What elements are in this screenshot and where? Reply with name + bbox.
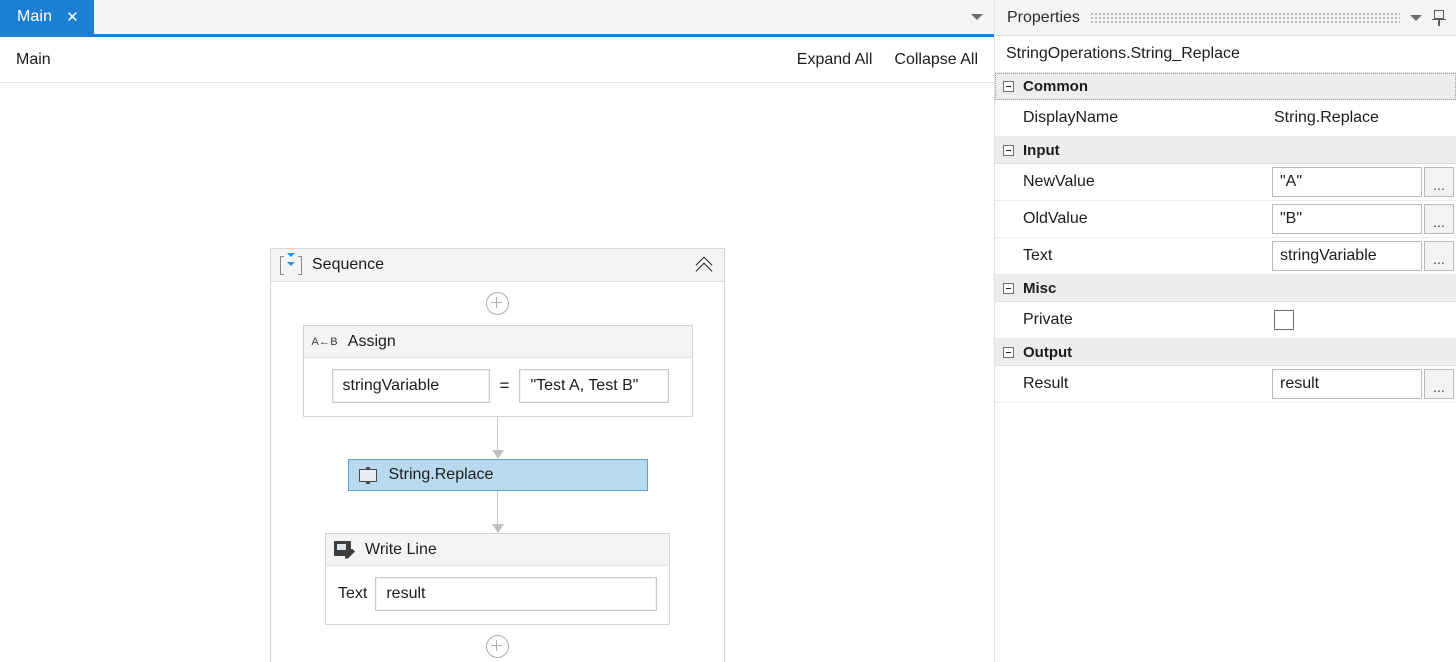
sequence-icon [280, 252, 302, 283]
write-line-title: Write Line [365, 540, 437, 558]
result-ellipsis-button[interactable]: ... [1424, 369, 1454, 399]
activity-write-line[interactable]: Write Line Text result [325, 533, 670, 625]
property-name: OldValue [1023, 210, 1088, 227]
newvalue-input[interactable]: "A" [1272, 167, 1422, 197]
property-group-input[interactable]: Input [995, 137, 1456, 164]
add-activity-bottom-button[interactable] [486, 635, 509, 658]
close-icon[interactable]: ✕ [64, 8, 81, 27]
sequence-container[interactable]: Sequence A←B Assign stringVariable = "Te… [270, 248, 725, 662]
property-group-label: Common [1023, 77, 1088, 95]
properties-titlebar: Properties [995, 0, 1456, 36]
chevron-double-up-icon[interactable] [696, 256, 714, 274]
assign-right-expression-input[interactable]: "Test A, Test B" [519, 369, 670, 403]
properties-object-name: StringOperations.String_Replace [995, 36, 1456, 73]
chevron-down-icon[interactable] [1410, 14, 1422, 21]
collapse-icon[interactable] [1003, 144, 1014, 156]
collapse-icon[interactable] [1003, 346, 1014, 358]
property-value-cell [1272, 302, 1456, 338]
property-value-cell: "A" ... [1272, 164, 1456, 200]
property-name: Private [1023, 311, 1073, 328]
property-value-cell: stringVariable ... [1272, 238, 1456, 274]
pin-icon[interactable] [1432, 9, 1446, 26]
property-group-label: Misc [1023, 279, 1057, 297]
private-checkbox[interactable] [1274, 310, 1294, 330]
connector-assign-to-replace [491, 417, 504, 459]
assign-header[interactable]: A←B Assign [303, 326, 692, 358]
property-name: NewValue [1023, 173, 1095, 190]
breadcrumb-bar: Main Expand All Collapse All [0, 37, 994, 83]
chevron-down-icon [971, 14, 983, 20]
property-group-common[interactable]: Common [995, 73, 1456, 100]
write-line-header[interactable]: Write Line [326, 534, 669, 566]
collapse-all-button[interactable]: Collapse All [894, 51, 978, 69]
tab-strip: Main ✕ [0, 0, 994, 37]
assign-left-expression-input[interactable]: stringVariable [331, 369, 490, 403]
workflow-canvas[interactable]: Sequence A←B Assign stringVariable = "Te… [0, 83, 994, 662]
uipath-studio-window: Main ✕ Main Expand All Collapse All Sequ… [0, 0, 1456, 662]
assign-body: stringVariable = "Test A, Test B" [304, 358, 692, 416]
property-value-cell: result ... [1272, 366, 1456, 402]
property-row-text[interactable]: Text stringVariable ... [995, 238, 1456, 275]
assign-icon: A←B [311, 335, 338, 348]
activity-assign[interactable]: A←B Assign stringVariable = "Test A, Tes… [302, 325, 693, 417]
panel-drag-grip[interactable] [1089, 12, 1400, 23]
property-value-cell: "B" ... [1272, 201, 1456, 237]
property-row-displayname[interactable]: DisplayName String.Replace [995, 100, 1456, 137]
activity-screen-icon [358, 466, 378, 484]
assign-operator: = [499, 376, 510, 395]
breadcrumb-main[interactable]: Main [16, 51, 51, 69]
text-input[interactable]: stringVariable [1272, 241, 1422, 271]
write-line-text-input[interactable]: result [375, 577, 657, 611]
newvalue-ellipsis-button[interactable]: ... [1424, 167, 1454, 197]
text-ellipsis-button[interactable]: ... [1424, 241, 1454, 271]
collapse-icon[interactable] [1003, 80, 1014, 92]
sequence-title: Sequence [312, 256, 385, 273]
property-row-newvalue[interactable]: NewValue "A" ... [995, 164, 1456, 201]
property-row-private[interactable]: Private [995, 302, 1456, 339]
sequence-body: A←B Assign stringVariable = "Test A, Tes… [271, 282, 724, 662]
assign-title: Assign [347, 332, 396, 350]
string-replace-title: String.Replace [388, 466, 494, 483]
tab-strip-filler [93, 0, 960, 34]
write-line-icon [334, 540, 355, 559]
property-row-result[interactable]: Result result ... [995, 366, 1456, 403]
property-value-displayname[interactable]: String.Replace [1272, 100, 1456, 136]
write-line-body: Text result [326, 566, 669, 624]
property-name: Text [1023, 247, 1053, 264]
property-group-label: Input [1023, 141, 1060, 159]
oldvalue-input[interactable]: "B" [1272, 204, 1422, 234]
property-group-misc[interactable]: Misc [995, 275, 1456, 302]
tab-main[interactable]: Main ✕ [0, 0, 94, 34]
tab-main-label: Main [17, 8, 53, 25]
property-group-label: Output [1023, 343, 1073, 361]
properties-title: Properties [1007, 8, 1080, 26]
collapse-icon[interactable] [1003, 282, 1014, 294]
property-row-oldvalue[interactable]: OldValue "B" ... [995, 201, 1456, 238]
properties-pane: Properties StringOperations.String_Repla… [995, 0, 1456, 662]
property-group-output[interactable]: Output [995, 339, 1456, 366]
write-line-text-label: Text [338, 585, 368, 602]
workflow-designer-pane: Main ✕ Main Expand All Collapse All Sequ… [0, 0, 995, 662]
property-name: Result [1023, 375, 1069, 392]
expand-all-button[interactable]: Expand All [797, 51, 873, 69]
activity-string-replace[interactable]: String.Replace [347, 459, 648, 491]
add-activity-top-button[interactable] [486, 292, 509, 315]
result-input[interactable]: result [1272, 369, 1422, 399]
oldvalue-ellipsis-button[interactable]: ... [1424, 204, 1454, 234]
property-name: DisplayName [1023, 109, 1119, 126]
properties-grid: Common DisplayName String.Replace Input … [995, 73, 1456, 662]
sequence-header[interactable]: Sequence [271, 249, 724, 283]
tab-list-dropdown-button[interactable] [960, 0, 994, 34]
connector-replace-to-writeline [491, 491, 504, 533]
